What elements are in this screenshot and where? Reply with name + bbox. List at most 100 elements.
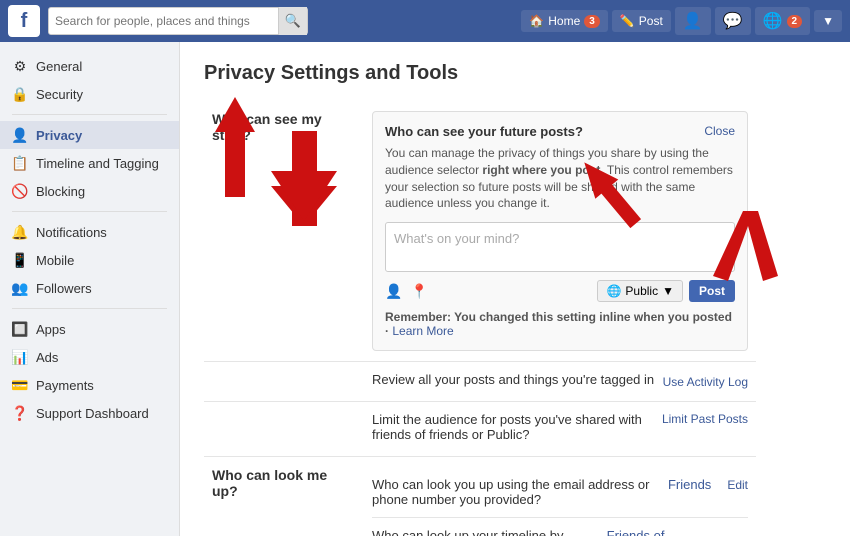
- friend-requests-button[interactable]: 👤: [675, 7, 711, 35]
- messages-button[interactable]: 💬: [715, 7, 751, 35]
- sidebar-divider-2: [12, 211, 167, 212]
- lookup-name-desc: Who can look up your timeline by name?: [372, 528, 607, 536]
- page-title: Privacy Settings and Tools: [204, 62, 756, 85]
- top-navigation: f 🔍 🏠 Home 3 ✏️ Post 👤 💬 🌐 2 ▼: [0, 0, 850, 42]
- sidebar-section-privacy: 👤 Privacy 📋 Timeline and Tagging 🚫 Block…: [0, 121, 179, 205]
- sidebar-item-payments[interactable]: 💳 Payments: [0, 371, 179, 399]
- payments-icon: 💳: [12, 377, 28, 393]
- chevron-down-icon: ▼: [822, 14, 834, 28]
- activity-log-row: Review all your posts and things you're …: [204, 362, 756, 402]
- sidebar-item-apps[interactable]: 🔲 Apps: [0, 315, 179, 343]
- future-posts-panel: Who can see your future posts? Close You…: [372, 111, 748, 351]
- activity-log-link[interactable]: Use Activity Log: [663, 375, 748, 389]
- search-button[interactable]: 🔍: [278, 7, 307, 35]
- sidebar-section-notifications: 🔔 Notifications 📱 Mobile 👥 Followers: [0, 218, 179, 302]
- close-link[interactable]: Close: [704, 124, 735, 138]
- gear-icon: ⚙: [12, 58, 28, 74]
- arrow-up-annotation: [262, 131, 352, 234]
- location-icon[interactable]: 📍: [410, 283, 427, 300]
- future-posts-title: Who can see your future posts?: [385, 124, 583, 139]
- sidebar: ⚙ General 🔒 Security 👤 Privacy 📋 Timelin…: [0, 42, 180, 536]
- sidebar-item-mobile[interactable]: 📱 Mobile: [0, 246, 179, 274]
- support-icon: ❓: [12, 405, 28, 421]
- learn-more-link[interactable]: Learn More: [392, 324, 453, 338]
- limit-posts-row: Limit the audience for posts you've shar…: [204, 402, 756, 457]
- notifications-icon: 🔔: [12, 224, 28, 240]
- future-posts-description: You can manage the privacy of things you…: [385, 145, 735, 212]
- nav-right: 🏠 Home 3 ✏️ Post 👤 💬 🌐 2 ▼: [316, 7, 842, 35]
- lock-icon: 🔒: [12, 86, 28, 102]
- sidebar-item-label: General: [36, 59, 82, 74]
- sidebar-item-label: Mobile: [36, 253, 74, 268]
- lookup-email-value: Friends: [668, 477, 711, 492]
- future-posts-wrapper: Who can see your future posts? Close You…: [372, 111, 748, 351]
- sidebar-item-label: Payments: [36, 378, 94, 393]
- limit-posts-desc: Limit the audience for posts you've shar…: [372, 412, 654, 442]
- who-lookup-section: Who can look me up? Who can look you up …: [204, 457, 756, 536]
- message-icon: 💬: [723, 11, 743, 31]
- sidebar-item-label: Privacy: [36, 128, 82, 143]
- privacy-table: Who can see my stuff?: [204, 101, 756, 536]
- who-see-section: Who can see my stuff?: [204, 101, 756, 362]
- timeline-icon: 📋: [12, 155, 28, 171]
- search-bar: 🔍: [48, 7, 308, 35]
- friends-icon: 👤: [683, 11, 703, 31]
- lookup-email-row: Who can look you up using the email addr…: [372, 467, 748, 518]
- who-see-content: Who can see your future posts? Close You…: [364, 101, 756, 362]
- blocking-icon: 🚫: [12, 183, 28, 199]
- sidebar-item-label: Notifications: [36, 225, 107, 240]
- sidebar-item-label: Blocking: [36, 184, 85, 199]
- lookup-name-row: Who can look up your timeline by name? F…: [372, 518, 748, 536]
- sidebar-item-general[interactable]: ⚙ General: [0, 52, 179, 80]
- main-layout: ⚙ General 🔒 Security 👤 Privacy 📋 Timelin…: [0, 42, 850, 536]
- sidebar-item-label: Ads: [36, 350, 58, 365]
- globe-icon: 🌐: [763, 11, 783, 31]
- home-icon: 🏠: [529, 14, 544, 28]
- red-arrow-up-svg: [262, 131, 352, 231]
- lookup-email-desc: Who can look you up using the email addr…: [372, 477, 668, 507]
- followers-icon: 👥: [12, 280, 28, 296]
- sidebar-item-label: Support Dashboard: [36, 406, 149, 421]
- facebook-logo[interactable]: f: [8, 5, 40, 37]
- sidebar-item-support[interactable]: ❓ Support Dashboard: [0, 399, 179, 427]
- content-area: Privacy Settings and Tools Who can see m…: [180, 42, 850, 536]
- sidebar-item-timeline[interactable]: 📋 Timeline and Tagging: [0, 149, 179, 177]
- mobile-icon: 📱: [12, 252, 28, 268]
- edit-icon: ✏️: [620, 14, 635, 28]
- sidebar-item-label: Followers: [36, 281, 92, 296]
- apps-icon: 🔲: [12, 321, 28, 337]
- globe-small-icon: 🌐: [606, 284, 621, 298]
- remember-text: Remember: You changed this setting inlin…: [385, 310, 735, 338]
- search-icon: 🔍: [285, 13, 301, 29]
- sidebar-item-notifications[interactable]: 🔔 Notifications: [0, 218, 179, 246]
- sidebar-item-security[interactable]: 🔒 Security: [0, 80, 179, 108]
- notifications-button[interactable]: 🌐 2: [755, 7, 810, 35]
- sidebar-item-followers[interactable]: 👥 Followers: [0, 274, 179, 302]
- sidebar-divider: [12, 114, 167, 115]
- sidebar-item-privacy[interactable]: 👤 Privacy: [0, 121, 179, 149]
- compose-area[interactable]: What's on your mind?: [385, 222, 735, 272]
- limit-past-posts-link[interactable]: Limit Past Posts: [662, 412, 748, 426]
- sidebar-item-label: Timeline and Tagging: [36, 156, 159, 171]
- who-lookup-header: Who can look me up?: [204, 457, 364, 536]
- ads-icon: 📊: [12, 349, 28, 365]
- red-arrow-diagonal-svg: [708, 211, 778, 281]
- content-inner: Privacy Settings and Tools Who can see m…: [180, 42, 780, 536]
- future-posts-header: Who can see your future posts? Close: [385, 124, 735, 139]
- compose-actions: 👤 📍 🌐 Public ▼: [385, 280, 735, 302]
- audience-selector-button[interactable]: 🌐 Public ▼: [597, 280, 683, 302]
- activity-log-desc: Review all your posts and things you're …: [372, 372, 654, 387]
- compose-icons: 👤 📍: [385, 283, 428, 300]
- search-input[interactable]: [55, 14, 278, 28]
- post-button[interactable]: ✏️ Post: [612, 10, 671, 32]
- sidebar-section-apps: 🔲 Apps 📊 Ads 💳 Payments ❓ Support Dashbo…: [0, 315, 179, 427]
- sidebar-item-label: Security: [36, 87, 83, 102]
- home-button[interactable]: 🏠 Home 3: [521, 10, 608, 32]
- sidebar-item-label: Apps: [36, 322, 66, 337]
- person-icon[interactable]: 👤: [385, 283, 402, 300]
- sidebar-item-ads[interactable]: 📊 Ads: [0, 343, 179, 371]
- sidebar-item-blocking[interactable]: 🚫 Blocking: [0, 177, 179, 205]
- sidebar-divider-3: [12, 308, 167, 309]
- lookup-email-edit[interactable]: Edit: [727, 478, 748, 492]
- account-menu-button[interactable]: ▼: [814, 10, 842, 32]
